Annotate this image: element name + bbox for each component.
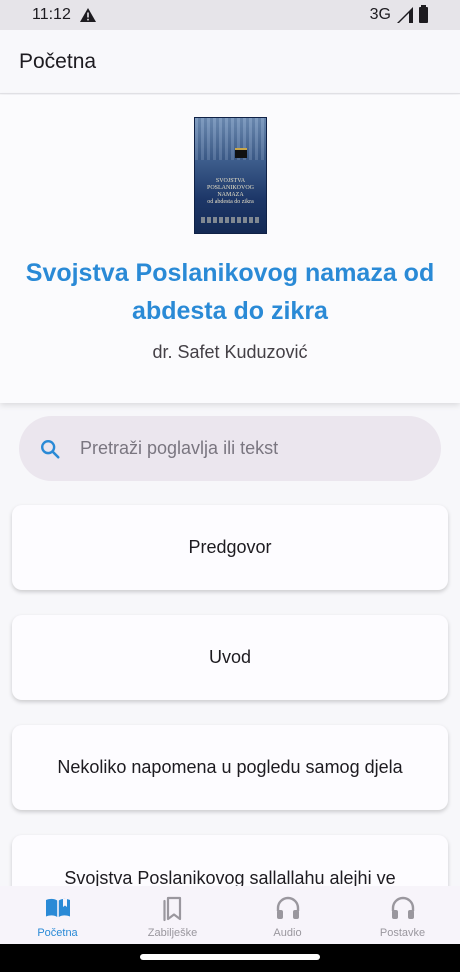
- bottom-navigation: Početna Zabilješke Audio Postavke: [0, 886, 460, 944]
- book-header: SVOJSTVA POSLANIKOVOG NAMAZA od abdesta …: [0, 95, 460, 403]
- status-bar: 11:12 3G: [0, 0, 460, 30]
- nav-label: Audio: [273, 927, 302, 939]
- cover-line: SVOJSTVA: [215, 178, 246, 184]
- cover-line: POSLANIKOVOG: [206, 185, 254, 191]
- nav-item-pocetna[interactable]: Početna: [0, 886, 115, 944]
- headphones-icon: [276, 896, 299, 919]
- search-bar[interactable]: [19, 416, 441, 481]
- nav-label: Postavke: [379, 927, 426, 939]
- nav-label: Početna: [37, 927, 78, 939]
- cover-footer: [201, 217, 260, 223]
- cover-line: od abdesta do zikra: [207, 199, 254, 205]
- book-open-icon: [45, 898, 70, 917]
- gesture-handle[interactable]: [140, 954, 320, 960]
- nav-label: Zabilješke: [147, 927, 198, 939]
- status-time: 11:12: [32, 6, 71, 23]
- cover-kaaba: [235, 148, 247, 158]
- book-author: dr. Safet Kuduzović: [152, 342, 308, 362]
- app-bar: Početna: [0, 30, 460, 94]
- chapter-card[interactable]: Predgovor: [12, 505, 448, 590]
- cover-sky: [195, 118, 266, 160]
- network-type: 3G: [369, 6, 391, 23]
- warning-icon: [79, 8, 96, 22]
- signal-icon: [397, 7, 413, 23]
- chapter-card[interactable]: Uvod: [12, 615, 448, 700]
- nav-item-postavke[interactable]: Postavke: [345, 886, 460, 944]
- chapter-label: Nekoliko napomena u pogledu samog djela: [57, 757, 403, 777]
- chapter-card[interactable]: Nekoliko napomena u pogledu samog djela: [12, 725, 448, 810]
- book-title: Svojstva Poslanikovog namaza od abdesta …: [25, 259, 435, 325]
- status-left: 11:12: [32, 6, 96, 24]
- cover-text: SVOJSTVA POSLANIKOVOG NAMAZA od abdesta …: [199, 178, 262, 206]
- search-icon: [41, 439, 60, 459]
- bookmarks-icon: [162, 896, 181, 922]
- chapter-label: Uvod: [208, 647, 252, 667]
- search-input[interactable]: [80, 438, 400, 459]
- battery-icon: [419, 5, 428, 23]
- page-title: Početna: [19, 49, 97, 73]
- nav-item-audio[interactable]: Audio: [230, 886, 345, 944]
- headphones-icon: [391, 896, 414, 919]
- cover-line: NAMAZA: [217, 192, 244, 198]
- book-cover-image: SVOJSTVA POSLANIKOVOG NAMAZA od abdesta …: [194, 117, 267, 234]
- status-right: 3G: [369, 5, 428, 24]
- chapter-label: Predgovor: [188, 537, 272, 557]
- nav-item-zabiljeske[interactable]: Zabilješke: [115, 886, 230, 944]
